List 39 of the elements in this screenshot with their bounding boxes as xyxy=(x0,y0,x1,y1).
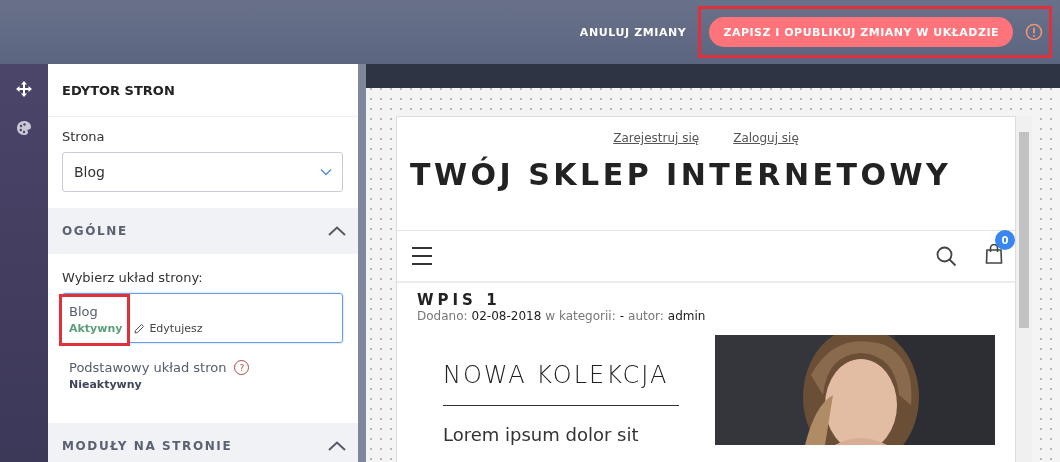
search-icon[interactable] xyxy=(936,245,957,267)
move-icon[interactable] xyxy=(15,80,33,98)
post-meta: Dodano: xyxy=(417,309,468,323)
section-title: MODUŁY NA STRONIE xyxy=(62,439,233,453)
layout-option[interactable]: Podstawowy układ stron ? Nieaktywny xyxy=(62,349,343,399)
layout-name: Blog xyxy=(69,304,98,319)
header-link[interactable]: Zaloguj się xyxy=(733,131,799,145)
cancel-changes-button[interactable]: ANULUJ ZMIANY xyxy=(573,24,693,40)
palette-icon[interactable] xyxy=(16,120,32,136)
banner-text: Lorem ipsum dolor sit xyxy=(443,424,640,445)
store-title: TWÓJ SKLEP INTERNETOWY xyxy=(397,145,1015,231)
section-header[interactable]: OGÓLNE xyxy=(48,208,358,254)
shopping-bag-icon[interactable] xyxy=(985,244,1003,264)
section-header[interactable]: MODUŁY NA STRONIE xyxy=(48,423,358,462)
layout-status: Nieaktywny xyxy=(69,378,143,391)
layout-option[interactable]: Blog Aktywny Edytujesz xyxy=(62,293,343,343)
scrollbar[interactable] xyxy=(358,64,366,462)
cart-count-badge: 0 xyxy=(995,230,1015,250)
post-title: WPIS 1 xyxy=(417,291,502,309)
header-link[interactable]: Zarejestruj się xyxy=(613,131,700,145)
editing-label: Edytujesz xyxy=(149,322,203,335)
layout-name: Podstawowy układ stron xyxy=(69,360,227,375)
post-meta: w kategorii: xyxy=(545,309,616,323)
pencil-icon xyxy=(134,323,146,334)
post-meta: - xyxy=(619,309,625,323)
chevron-up-icon xyxy=(328,441,346,451)
chevron-up-icon xyxy=(328,226,346,236)
chevron-down-icon xyxy=(320,168,332,176)
field-label: Strona xyxy=(62,129,106,144)
post-meta: autor: xyxy=(628,309,664,323)
field-label: Wybierz układ strony: xyxy=(62,270,204,285)
scrollbar[interactable] xyxy=(1016,116,1032,462)
layout-status: Aktywny xyxy=(69,322,123,335)
section-title: OGÓLNE xyxy=(62,224,128,238)
page-select[interactable]: Blog xyxy=(62,152,343,192)
post-meta: admin xyxy=(667,309,706,323)
banner-heading: NOWA KOLEKCJA xyxy=(443,361,670,389)
menu-icon[interactable] xyxy=(411,246,433,266)
post-meta: 02-08-2018 xyxy=(471,309,542,323)
